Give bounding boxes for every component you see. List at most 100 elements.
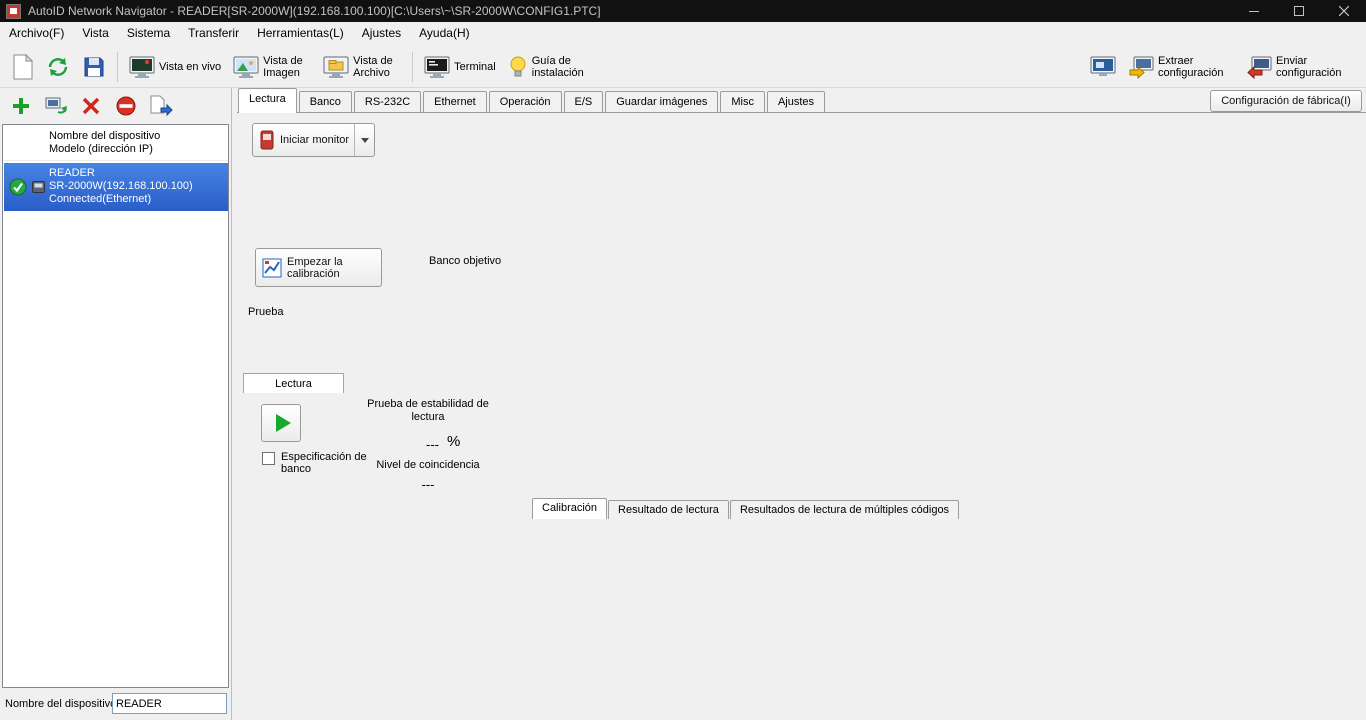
calibration-chart-icon xyxy=(262,258,282,278)
test-group-title: Prueba xyxy=(245,306,286,318)
install-guide-label: Guía de instalación xyxy=(532,55,590,79)
target-bank-label: Banco objetivo xyxy=(426,255,504,267)
match-value-2: --- xyxy=(367,477,489,492)
image-view-label: Vista de Imagen xyxy=(263,55,311,79)
match-level-label: Nivel de coincidencia xyxy=(367,459,489,471)
new-file-button[interactable] xyxy=(7,49,39,85)
disconnect-device-button[interactable] xyxy=(113,93,139,119)
menu-archivo[interactable]: Archivo(F) xyxy=(0,22,73,46)
stability-test-label: Prueba de estabilidad de lectura xyxy=(367,398,489,424)
update-device-button[interactable] xyxy=(43,93,69,119)
live-view-label: Vista en vivo xyxy=(159,61,221,73)
terminal-label: Terminal xyxy=(454,61,496,73)
test-tab-lectura[interactable]: Lectura xyxy=(243,373,344,393)
send-config-icon xyxy=(1246,55,1272,79)
menu-herramientas[interactable]: Herramientas(L) xyxy=(248,22,353,46)
device-list-header-line2: Modelo (dirección IP) xyxy=(49,143,224,156)
percent-sign: % xyxy=(447,433,460,450)
toolbar: Vista en vivo Vista de Imagen Vista de A… xyxy=(0,46,1366,88)
tab-ethernet[interactable]: Ethernet xyxy=(423,91,487,113)
run-test-button[interactable] xyxy=(261,404,301,442)
plus-icon xyxy=(11,96,31,116)
monitor-device-icon xyxy=(258,130,276,150)
start-calibration-button[interactable]: Empezar la calibración xyxy=(255,248,382,287)
start-monitor-dropdown[interactable] xyxy=(354,124,374,156)
bulb-icon xyxy=(508,55,528,79)
main-tab-bar: Lectura Banco RS-232C Ethernet Operación… xyxy=(238,88,827,113)
file-view-button[interactable]: Vista de Archivo xyxy=(318,49,406,85)
tab-misc[interactable]: Misc xyxy=(720,91,765,113)
new-file-icon xyxy=(12,54,34,80)
device-list: Nombre del dispositivo Modelo (dirección… xyxy=(2,124,229,688)
window-title: AutoID Network Navigator - READER[SR-200… xyxy=(28,4,601,18)
tab-es[interactable]: E/S xyxy=(564,91,604,113)
export-icon xyxy=(149,95,173,117)
menu-ayuda[interactable]: Ayuda(H) xyxy=(410,22,478,46)
menu-ajustes[interactable]: Ajustes xyxy=(353,22,410,46)
start-monitor-button[interactable]: Iniciar monitor xyxy=(252,123,375,157)
app-window: { "titlebar": { "title": "AutoID Network… xyxy=(0,0,1366,720)
image-view-button[interactable]: Vista de Imagen xyxy=(228,49,316,85)
start-monitor-label: Iniciar monitor xyxy=(280,134,349,146)
send-config-button[interactable]: Enviar configuración xyxy=(1241,49,1357,85)
device-status: Connected(Ethernet) xyxy=(49,193,151,205)
save-button[interactable] xyxy=(77,49,111,85)
tab-ajustes[interactable]: Ajustes xyxy=(767,91,825,113)
menu-sistema[interactable]: Sistema xyxy=(118,22,179,46)
image-display-button[interactable] xyxy=(1085,49,1121,85)
connected-check-icon xyxy=(9,178,27,196)
match-value: --- xyxy=(393,437,439,452)
device-list-header-line1: Nombre del dispositivo xyxy=(49,130,224,143)
send-config-label: Enviar configuración xyxy=(1276,55,1352,79)
toolbar-separator xyxy=(117,52,118,82)
menubar: Archivo(F) Vista Sistema Transferir Herr… xyxy=(0,22,1366,46)
device-list-item[interactable]: READER SR-2000W(192.168.100.100) Connect… xyxy=(4,163,228,211)
chevron-down-icon xyxy=(361,138,369,143)
device-name-input[interactable] xyxy=(112,693,227,714)
tab-calibracion[interactable]: Calibración xyxy=(532,498,607,519)
export-report-button[interactable] xyxy=(148,93,174,119)
factory-config-button[interactable]: Configuración de fábrica(I) xyxy=(1210,90,1362,112)
play-icon xyxy=(276,414,291,432)
extract-config-icon xyxy=(1128,55,1154,79)
close-button[interactable] xyxy=(1321,0,1366,22)
bank-spec-checkbox[interactable] xyxy=(262,452,275,465)
minimize-button[interactable] xyxy=(1231,0,1276,22)
titlebar: AutoID Network Navigator - READER[SR-200… xyxy=(0,0,1366,22)
device-name: READER xyxy=(49,167,95,179)
file-view-label: Vista de Archivo xyxy=(353,55,401,79)
menu-transferir[interactable]: Transferir xyxy=(179,22,248,46)
device-model: SR-2000W(192.168.100.100) xyxy=(49,180,193,192)
install-guide-button[interactable]: Guía de instalación xyxy=(503,49,595,85)
save-icon xyxy=(82,55,106,79)
tab-lectura[interactable]: Lectura xyxy=(238,88,297,113)
device-sync-icon xyxy=(44,94,68,118)
delete-device-button[interactable] xyxy=(78,93,104,119)
refresh-settings-button[interactable] xyxy=(41,49,75,85)
maximize-button[interactable] xyxy=(1276,0,1321,22)
extract-config-button[interactable]: Extraer configuración xyxy=(1123,49,1239,85)
tab-resultado-lectura[interactable]: Resultado de lectura xyxy=(608,500,729,519)
file-view-icon xyxy=(323,55,349,79)
panel-splitter[interactable] xyxy=(231,88,232,720)
app-icon xyxy=(6,4,21,19)
tab-operacion[interactable]: Operación xyxy=(489,91,562,113)
image-view-icon xyxy=(233,55,259,79)
terminal-icon xyxy=(424,55,450,79)
terminal-button[interactable]: Terminal xyxy=(419,49,501,85)
extract-config-label: Extraer configuración xyxy=(1158,55,1234,79)
start-calibration-label: Empezar la calibración xyxy=(287,256,369,280)
live-view-icon xyxy=(129,55,155,79)
menu-vista[interactable]: Vista xyxy=(73,22,117,46)
tab-guardar-imagenes[interactable]: Guardar imágenes xyxy=(605,91,718,113)
tab-banco[interactable]: Banco xyxy=(299,91,352,113)
add-device-button[interactable] xyxy=(8,93,34,119)
result-tab-bar: Calibración Resultado de lectura Resulta… xyxy=(532,498,960,519)
live-view-button[interactable]: Vista en vivo xyxy=(124,49,226,85)
no-entry-icon xyxy=(116,96,136,116)
tab-rs232c[interactable]: RS-232C xyxy=(354,91,421,113)
tab-resultados-multiples[interactable]: Resultados de lectura de múltiples códig… xyxy=(730,500,959,519)
delete-icon xyxy=(82,97,100,115)
device-name-footer-label: Nombre del dispositivo xyxy=(5,698,116,710)
device-list-header: Nombre del dispositivo Modelo (dirección… xyxy=(3,125,228,161)
